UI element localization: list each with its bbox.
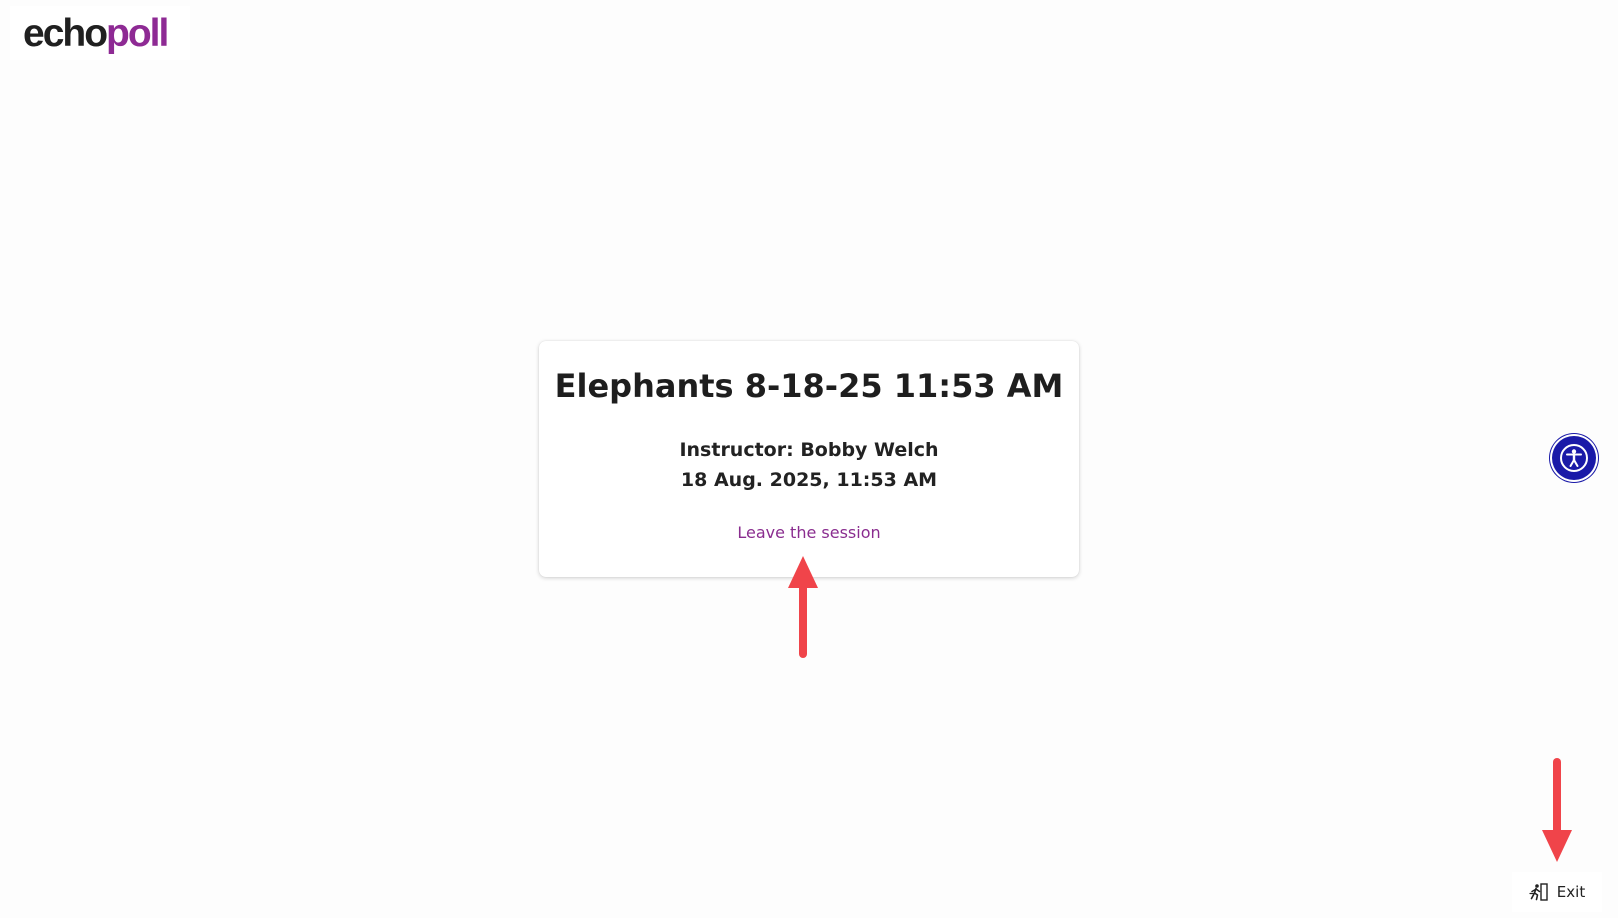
accessibility-button[interactable] — [1552, 436, 1596, 480]
annotation-arrow-down — [1542, 758, 1572, 862]
session-title: Elephants 8-18-25 11:53 AM — [554, 367, 1064, 405]
session-card: Elephants 8-18-25 11:53 AM Instructor: B… — [539, 341, 1079, 577]
logo-text-poll: poll — [106, 11, 169, 55]
annotation-arrow-up — [788, 556, 818, 658]
session-instructor: Instructor: Bobby Welch — [679, 439, 939, 461]
accessibility-icon — [1560, 444, 1588, 472]
leave-session-link[interactable]: Leave the session — [539, 523, 1079, 542]
exit-label: Exit — [1556, 883, 1586, 901]
echopoll-logo[interactable]: echo poll — [10, 6, 190, 60]
exit-button[interactable]: Exit — [1512, 872, 1602, 912]
page: echo poll Elephants 8-18-25 11:53 AM Inst… — [0, 0, 1618, 918]
exit-running-person-icon — [1529, 883, 1548, 901]
session-date: 18 Aug. 2025, 11:53 AM — [680, 469, 938, 491]
logo-text-echo: echo — [23, 11, 108, 55]
